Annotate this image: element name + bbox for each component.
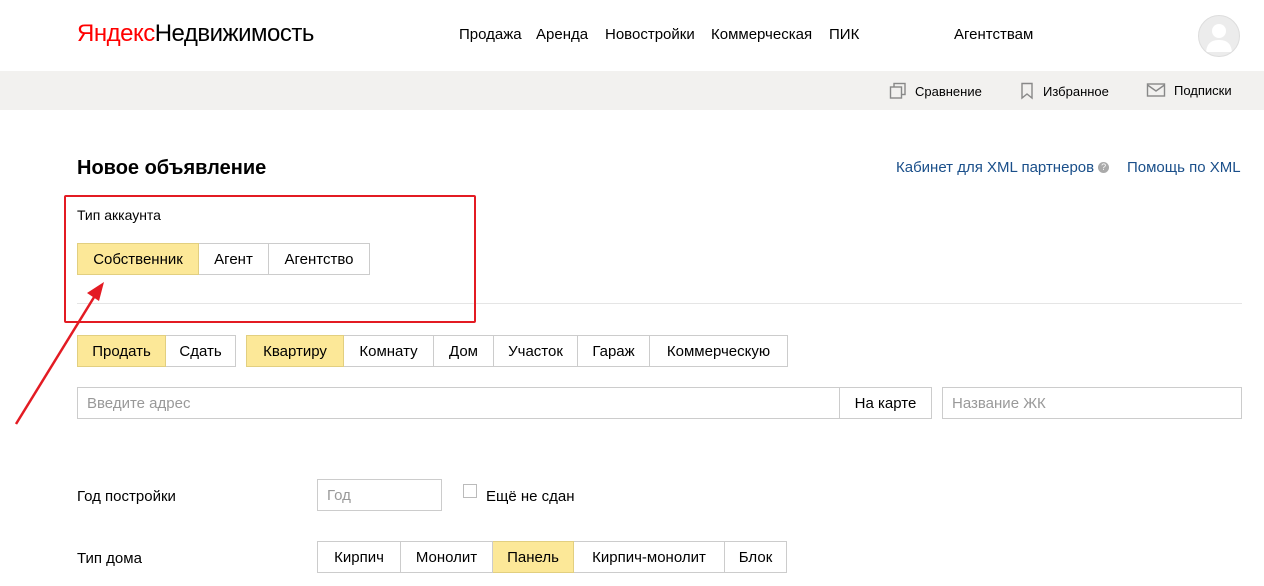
annotation-arrow (14, 282, 104, 425)
